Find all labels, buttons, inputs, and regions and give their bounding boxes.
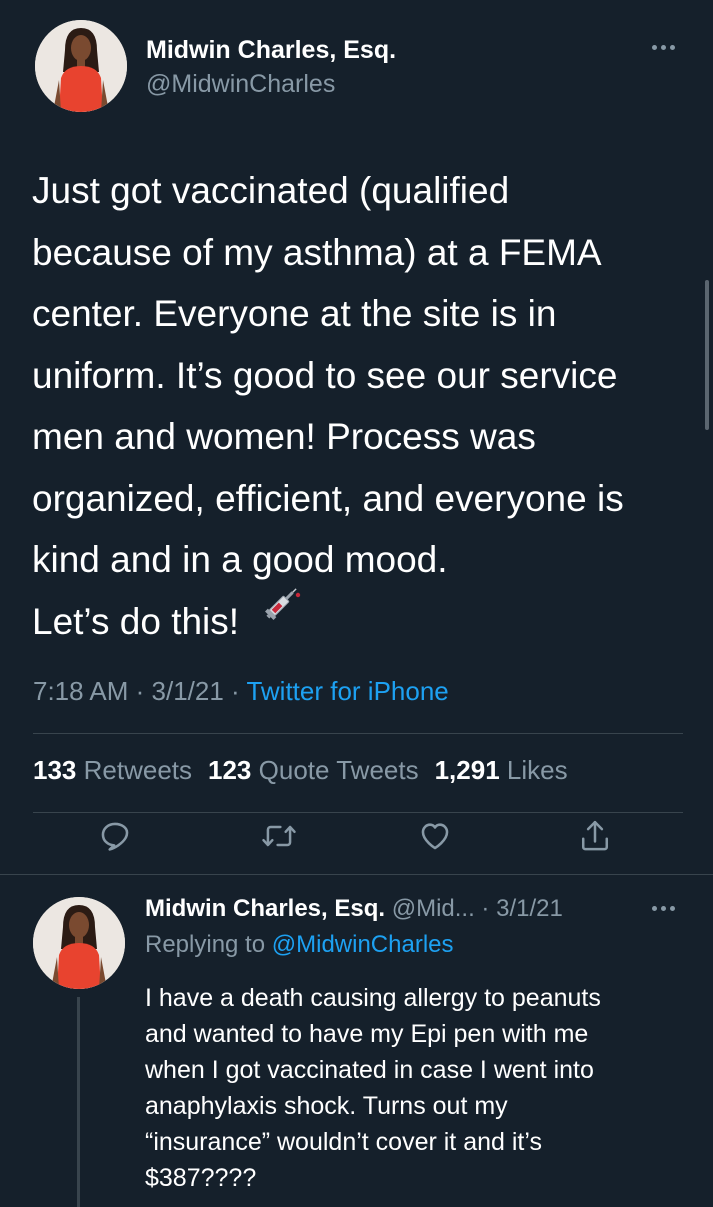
tweet-date: 3/1/21 [151,676,224,706]
replying-to: Replying to @MidwinCharles [145,931,454,959]
thread-line [77,997,80,1207]
avatar-photo [35,20,127,112]
share-icon [581,820,609,851]
divider [0,874,713,875]
reply-date: 3/1/21 [496,895,563,922]
tweet-source-link[interactable]: Twitter for iPhone [246,676,448,706]
avatar-photo [33,897,125,989]
likes-label: Likes [506,755,568,785]
reply-author-handle[interactable]: @Mid... [392,895,475,922]
likes-stat[interactable]: 1,291 Likes [435,755,568,785]
quote-tweets-count: 123 [208,755,252,785]
quote-tweets-stat[interactable]: 123 Quote Tweets [208,755,419,785]
reply-icon [101,822,129,851]
retweets-count: 133 [33,755,77,785]
meta-separator: · [223,676,247,706]
divider [33,733,683,734]
meta-separator: · [128,676,152,706]
author-name[interactable]: Midwin Charles, Esq. [146,36,396,65]
quote-tweets-label: Quote Tweets [258,755,419,785]
more-icon[interactable] [652,906,675,911]
reply-button[interactable] [93,814,137,858]
author-handle[interactable]: @MidwinCharles [146,70,335,99]
more-icon[interactable] [652,45,675,50]
reply-text: I have a death causing allergy to peanut… [145,984,601,1192]
replying-mention-link[interactable]: @MidwinCharles [272,931,454,958]
avatar[interactable] [33,897,125,989]
tweet-text: Just got vaccinated (qualified because o… [32,170,624,642]
reply-header: Midwin Charles, Esq. @Mid... · 3/1/21 [145,895,563,923]
reply-author-name[interactable]: Midwin Charles, Esq. [145,895,385,922]
like-button[interactable] [413,814,457,858]
scroll-indicator[interactable] [705,280,709,430]
avatar[interactable] [35,20,127,112]
tweet-meta: 7:18 AM · 3/1/21 · Twitter for iPhone [33,676,449,707]
tweet-stats: 133 Retweets 123 Quote Tweets 1,291 Likes [33,755,568,786]
retweet-icon [262,825,296,847]
retweets-stat[interactable]: 133 Retweets [33,755,192,785]
retweet-button[interactable] [257,814,301,858]
heart-icon [421,823,449,850]
reply-date-separator: · [474,895,497,922]
divider [33,812,683,813]
likes-count: 1,291 [434,755,500,785]
replying-prefix: Replying to [145,931,272,958]
tweet-time: 7:18 AM [33,676,129,706]
share-button[interactable] [573,814,617,858]
syringe-icon [265,588,301,620]
retweets-label: Retweets [83,755,193,785]
